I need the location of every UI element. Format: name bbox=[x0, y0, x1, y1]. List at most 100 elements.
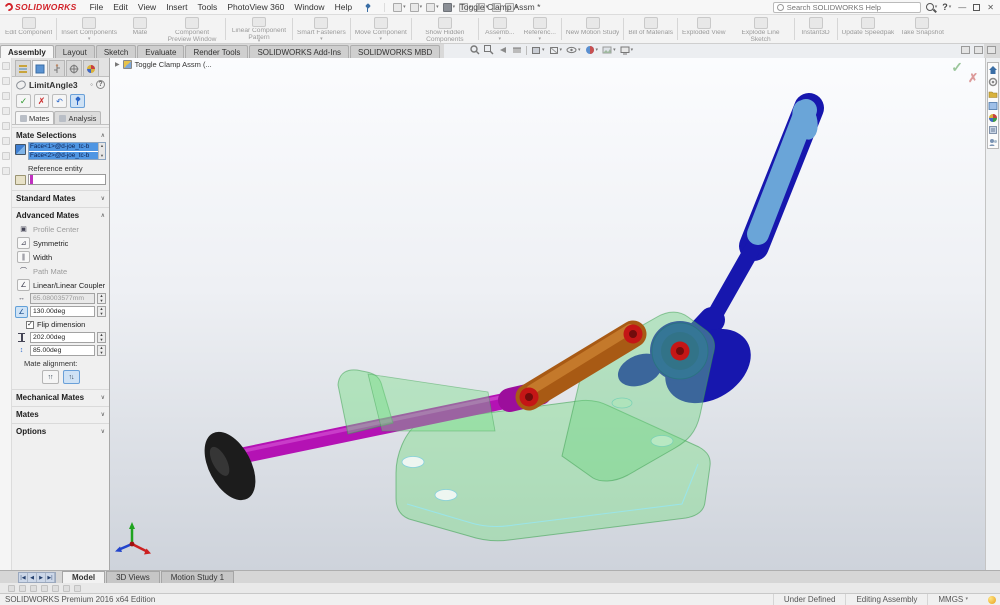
ok-button[interactable]: ✓ bbox=[16, 94, 31, 108]
apply-scene-button[interactable]: ▾ bbox=[602, 45, 616, 55]
tab-dimxpert-manager[interactable] bbox=[66, 60, 82, 76]
motion-tool-icon-4[interactable] bbox=[41, 585, 48, 592]
left-strip-icon-5[interactable] bbox=[2, 122, 10, 130]
display-style-button[interactable]: ▾ bbox=[549, 45, 563, 55]
tab-featuremanager-tree[interactable] bbox=[15, 60, 31, 76]
max-angle-spinner[interactable]: ▲▼ bbox=[97, 332, 106, 343]
motion-tool-icon-3[interactable] bbox=[30, 585, 37, 592]
solidworks-forum-icon[interactable] bbox=[988, 136, 999, 147]
left-strip-icon-1[interactable] bbox=[2, 62, 10, 70]
ribbon-button-new-motion-study[interactable]: New Motion Study bbox=[563, 15, 623, 43]
tab-3d-views[interactable]: 3D Views bbox=[106, 571, 160, 583]
selected-face-1[interactable]: Face<1>@d-joe_tc-b bbox=[29, 143, 98, 151]
cancel-button[interactable]: ✗ bbox=[34, 94, 49, 108]
advanced-mates-header[interactable]: Advanced Mates∧ bbox=[12, 207, 109, 222]
subtab-analysis[interactable]: Analysis bbox=[54, 111, 101, 124]
tab-motion-study-1[interactable]: Motion Study 1 bbox=[161, 571, 234, 583]
entity-scrollbar[interactable]: ▲▼ bbox=[98, 143, 105, 159]
tab-solidworks-mbd[interactable]: SOLIDWORKS MBD bbox=[350, 45, 440, 58]
view-orientation-button[interactable]: ▾ bbox=[531, 45, 545, 55]
ribbon-button-bill-of-materials[interactable]: Bill of Materials bbox=[625, 15, 676, 43]
model-rubber-knob[interactable] bbox=[194, 423, 266, 508]
menu-help[interactable]: Help bbox=[330, 2, 357, 12]
save-button[interactable]: ▾ bbox=[426, 3, 439, 12]
zoom-area-button[interactable] bbox=[484, 45, 494, 55]
left-strip-icon-4[interactable] bbox=[2, 107, 10, 115]
tab-layout[interactable]: Layout bbox=[55, 45, 95, 58]
model-base-wall[interactable] bbox=[368, 374, 495, 431]
min-angle-input[interactable]: 85.00deg bbox=[30, 345, 95, 356]
ribbon-button-explode-line-sketch[interactable]: Explode Line Sketch bbox=[729, 15, 793, 43]
menu-tools[interactable]: Tools bbox=[192, 2, 222, 12]
units-selector[interactable]: MMGS ▾ bbox=[927, 594, 978, 605]
left-strip-icon-2[interactable] bbox=[2, 77, 10, 85]
custom-properties-icon[interactable] bbox=[988, 124, 999, 135]
menu-edit[interactable]: Edit bbox=[108, 2, 133, 12]
left-strip-icon-8[interactable] bbox=[2, 167, 10, 175]
ribbon-button-show-hidden[interactable]: Show Hidden Components bbox=[413, 15, 477, 43]
print-button[interactable]: ▾ bbox=[443, 3, 456, 12]
ribbon-button-smart-fasteners[interactable]: Smart Fasteners▾ bbox=[294, 15, 349, 43]
mate-symmetric[interactable]: ⊿Symmetric bbox=[12, 236, 109, 250]
four-viewport-icon[interactable] bbox=[987, 46, 996, 54]
angle-input[interactable]: 130.00deg bbox=[30, 306, 95, 317]
tab-evaluate[interactable]: Evaluate bbox=[137, 45, 184, 58]
selected-face-2[interactable]: Face<2>@d-joe_tc-b bbox=[29, 152, 98, 160]
zoom-fit-button[interactable] bbox=[470, 45, 480, 55]
ribbon-button-reference-geometry[interactable]: Referenc...▾ bbox=[520, 15, 560, 43]
standard-mates-header[interactable]: Standard Mates∨ bbox=[12, 190, 109, 205]
search-scope-icon[interactable] bbox=[777, 4, 784, 11]
edit-appearance-button[interactable]: ▾ bbox=[585, 45, 599, 55]
ribbon-button-update-speedpak[interactable]: Update Speedpak bbox=[839, 15, 898, 43]
hide-show-items-button[interactable]: ▾ bbox=[566, 45, 581, 55]
tab-scroll-buttons[interactable]: |◀ ◀ ▶ ▶| bbox=[18, 572, 56, 583]
max-angle-input[interactable]: 202.00deg bbox=[30, 332, 95, 343]
view-settings-button[interactable]: ▾ bbox=[620, 45, 634, 55]
tab-property-manager[interactable] bbox=[32, 60, 48, 76]
help-menu-button[interactable]: ?▾ bbox=[942, 2, 951, 12]
minimize-button[interactable]: — bbox=[956, 3, 968, 12]
menu-photoview[interactable]: PhotoView 360 bbox=[222, 2, 289, 12]
left-strip-icon-6[interactable] bbox=[2, 137, 10, 145]
mate-selections-header[interactable]: Mate Selections∧ bbox=[12, 127, 109, 142]
menu-window[interactable]: Window bbox=[289, 2, 329, 12]
design-library-icon[interactable] bbox=[988, 76, 999, 87]
anti-aligned-toggle[interactable]: ↑↓ bbox=[63, 370, 80, 384]
angle-spinner[interactable]: ▲▼ bbox=[97, 306, 106, 317]
section-view-button[interactable] bbox=[512, 45, 522, 55]
previous-view-button[interactable] bbox=[498, 45, 508, 55]
motion-tool-icon-7[interactable] bbox=[74, 585, 81, 592]
motion-tool-icon-1[interactable] bbox=[8, 585, 15, 592]
aligned-toggle[interactable]: ↑↑ bbox=[42, 370, 59, 384]
confirmation-cancel-button[interactable]: ✗ bbox=[968, 71, 978, 85]
menu-pin-icon[interactable] bbox=[363, 3, 372, 12]
new-file-button[interactable]: ▾ bbox=[393, 3, 406, 12]
mate-linear-coupler[interactable]: ∠Linear/Linear Coupler bbox=[12, 278, 109, 292]
ribbon-button-move-component[interactable]: Move Component▾ bbox=[352, 15, 410, 43]
ribbon-button-insert-components[interactable]: Insert Components▾ bbox=[58, 15, 120, 43]
min-angle-spinner[interactable]: ▲▼ bbox=[97, 345, 106, 356]
solidworks-resources-icon[interactable] bbox=[988, 64, 999, 75]
ribbon-button-edit-component[interactable]: Edit Component bbox=[2, 15, 55, 43]
graphics-viewport[interactable]: ▶ Toggle Clamp Assm (... ✓ ✗ bbox=[110, 58, 985, 570]
menu-view[interactable]: View bbox=[133, 2, 161, 12]
feedback-icon[interactable]: ◦ bbox=[90, 80, 93, 89]
distance-spinner[interactable]: ▲▼ bbox=[97, 293, 106, 304]
ribbon-button-component-preview[interactable]: Component Preview Window bbox=[160, 15, 224, 43]
menu-insert[interactable]: Insert bbox=[161, 2, 192, 12]
motion-tool-icon-2[interactable] bbox=[19, 585, 26, 592]
tab-solidworks-addins[interactable]: SOLIDWORKS Add-Ins bbox=[249, 45, 349, 58]
file-explorer-icon[interactable] bbox=[988, 88, 999, 99]
mate-width[interactable]: ∥Width bbox=[12, 250, 109, 264]
undo-button-pm[interactable]: ↶ bbox=[52, 94, 67, 108]
motion-tool-icon-6[interactable] bbox=[63, 585, 70, 592]
view-palette-icon[interactable] bbox=[988, 100, 999, 111]
single-viewport-icon[interactable] bbox=[961, 46, 970, 54]
tab-render-tools[interactable]: Render Tools bbox=[185, 45, 248, 58]
motion-tool-icon-5[interactable] bbox=[52, 585, 59, 592]
pm-help-icon[interactable]: ? bbox=[96, 80, 105, 89]
search-button[interactable]: ▾ bbox=[926, 3, 938, 11]
restore-button[interactable] bbox=[973, 4, 980, 11]
flyout-expand-arrow[interactable]: ▶ bbox=[115, 61, 120, 68]
ribbon-button-linear-pattern[interactable]: Linear Component Pattern▾ bbox=[227, 15, 291, 43]
